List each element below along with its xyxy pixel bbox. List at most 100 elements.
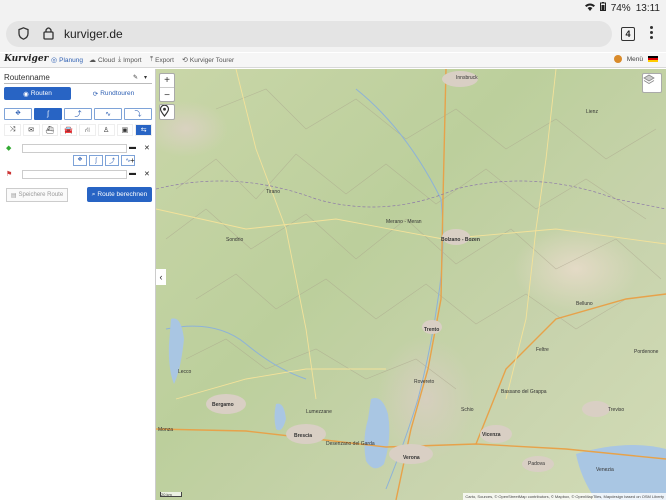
- cloud-icon: ☁: [89, 57, 96, 64]
- lock-icon[interactable]: [43, 26, 54, 45]
- curvier-icon[interactable]: ⤴: [64, 108, 92, 120]
- map-label: Desenzano del Garda: [326, 441, 375, 447]
- curvier-icon[interactable]: ⤴: [105, 155, 119, 166]
- map-label: Bergamo: [212, 402, 234, 408]
- start-input[interactable]: [22, 144, 127, 153]
- lake-iseo: [274, 403, 286, 431]
- url-text[interactable]: kurviger.de: [64, 27, 123, 41]
- map-attribution[interactable]: Carto, Sources, © OpenStreetMap contribu…: [463, 493, 666, 500]
- map-label: Bolzano - Bozen: [441, 237, 480, 243]
- map-label: Merano - Meran: [386, 219, 422, 225]
- remove-end-icon[interactable]: ✕: [144, 170, 150, 178]
- waypoint-start: ◆ ▬ ✕: [4, 144, 152, 154]
- address-bar[interactable]: kurviger.de: [6, 21, 612, 47]
- curvy-icon[interactable]: ʃ: [34, 108, 62, 120]
- reorder-icon[interactable]: ▬: [129, 144, 136, 151]
- reorder-icon[interactable]: ▬: [129, 170, 136, 177]
- end-input[interactable]: [22, 170, 127, 179]
- battery-percent: 74%: [610, 2, 631, 14]
- extreme-curvy-icon[interactable]: ⤵: [124, 108, 152, 120]
- divider: [4, 83, 152, 84]
- target-icon: ◎: [51, 57, 58, 64]
- browser-menu-icon[interactable]: [650, 26, 654, 41]
- roundtrip-icon: ⟳: [92, 90, 99, 98]
- tab-rundtouren[interactable]: ⟳ Rundtouren: [76, 87, 151, 100]
- map-features: [156, 69, 666, 500]
- map-label: Rovereto: [414, 379, 435, 385]
- map-label: Pordenone: [634, 349, 659, 355]
- map-label: Schio: [461, 407, 474, 413]
- pencil-icon[interactable]: ✎: [133, 74, 138, 81]
- caret-down-icon[interactable]: ▾: [144, 74, 147, 81]
- map-label: Padova: [528, 461, 545, 467]
- nav-cloud[interactable]: ☁ Cloud: [89, 56, 115, 65]
- map-label: Lienz: [586, 109, 598, 115]
- map-view[interactable]: Innsbruck Bolzano - Bozen Trento Lecco B…: [156, 69, 666, 500]
- zoom-out-button[interactable]: −: [160, 88, 174, 102]
- zoom-in-button[interactable]: +: [160, 74, 174, 88]
- map-label: Verona: [403, 455, 420, 461]
- tab-routen[interactable]: ◉ Routen: [4, 87, 71, 100]
- map-label: Venezia: [596, 467, 614, 473]
- route-name-field[interactable]: Routenname: [4, 73, 50, 82]
- start-flag-icon: ◆: [6, 145, 12, 152]
- map-label: Treviso: [608, 407, 625, 413]
- nav-export[interactable]: ⤒ Export: [150, 56, 174, 64]
- nav-tourer[interactable]: ⟲ Kurviger Tourer: [182, 56, 234, 65]
- map-label: Trento: [424, 327, 440, 333]
- export-icon: ⤒: [150, 56, 154, 63]
- unpaved-icon[interactable]: ⛙: [79, 124, 96, 136]
- collapse-sidebar-icon[interactable]: ‹: [156, 269, 166, 285]
- remove-start-icon[interactable]: ✕: [144, 144, 150, 152]
- locate-button[interactable]: [159, 104, 175, 120]
- avatar[interactable]: [613, 55, 622, 63]
- browser-toolbar: kurviger.de 4: [0, 16, 666, 52]
- curviness-toolbar: ⛖ ʃ ⤴ ∿ ⤵: [4, 108, 152, 120]
- layers-button[interactable]: [642, 73, 662, 93]
- map-scale: 20 km: [160, 492, 182, 497]
- save-route-button[interactable]: ▤ Speichere Route: [6, 188, 68, 202]
- calculate-route-button[interactable]: ⌕ Route berechnen: [87, 187, 152, 202]
- nav-import[interactable]: ⤓ Import: [118, 56, 142, 64]
- map-label: Bassano del Grappa: [501, 389, 547, 395]
- curviest-icon[interactable]: ∿: [94, 108, 122, 120]
- tab-switcher-button[interactable]: 4: [621, 27, 635, 41]
- app-navbar: Kurviger ◎ Planung ☁ Cloud ⤓ Import ⤒ Export…: [0, 53, 666, 68]
- map-label: Innsbruck: [456, 75, 478, 81]
- tourer-icon: ⟲: [182, 57, 188, 64]
- shield-icon[interactable]: [18, 27, 29, 45]
- map-label: Belluno: [576, 301, 593, 307]
- segment-toolbar: ⛖ ʃ ⤴ ∿: [73, 155, 135, 167]
- settings-badge-icon[interactable]: ▣: [116, 124, 134, 136]
- wifi-icon: [584, 3, 595, 14]
- zoom-control: + −: [159, 73, 175, 102]
- curvy-icon[interactable]: ʃ: [89, 155, 103, 166]
- lake-garda: [364, 398, 390, 469]
- toll-icon[interactable]: ✉: [22, 124, 40, 136]
- waypoint-end: ⚑ ▬ ✕: [4, 170, 152, 180]
- compass-icon: ◉: [23, 90, 29, 98]
- map-label: Lumezzane: [306, 409, 332, 415]
- kurviger-logo[interactable]: Kurviger: [4, 54, 48, 64]
- highway-icon[interactable]: ⛖: [4, 108, 32, 120]
- lagoon: [576, 445, 666, 500]
- ferry-icon[interactable]: ⛴: [41, 124, 59, 136]
- german-flag-icon[interactable]: [648, 55, 658, 63]
- menu-link[interactable]: Menü: [627, 56, 643, 63]
- clock: 13:11: [635, 2, 660, 14]
- search-icon: ⌕: [91, 190, 96, 198]
- highway-icon[interactable]: ⛖: [73, 155, 87, 166]
- options-toolbar: ⤨ ✉ ⛴ 🚘 ⛙ ♙ ▣ ⇆: [4, 124, 152, 136]
- route-panel: Routenname ✎ ▾ ◉ Routen ⟳ Rundtouren ⛖ ʃ…: [0, 69, 156, 500]
- import-icon: ⤓: [118, 56, 122, 63]
- add-waypoint-icon[interactable]: +: [130, 156, 135, 165]
- walk-icon[interactable]: ♙: [97, 124, 115, 136]
- map-label: Tirano: [266, 189, 280, 195]
- status-bar: 74% 13:11: [0, 0, 666, 16]
- map-label: Brescia: [294, 433, 313, 439]
- adjust-icon[interactable]: ⇆: [135, 124, 152, 136]
- map-label: Monza: [158, 427, 174, 433]
- car-icon[interactable]: 🚘: [60, 124, 77, 136]
- nav-planung[interactable]: ◎ Planung: [51, 56, 83, 65]
- shuffle-icon[interactable]: ⤨: [4, 124, 21, 136]
